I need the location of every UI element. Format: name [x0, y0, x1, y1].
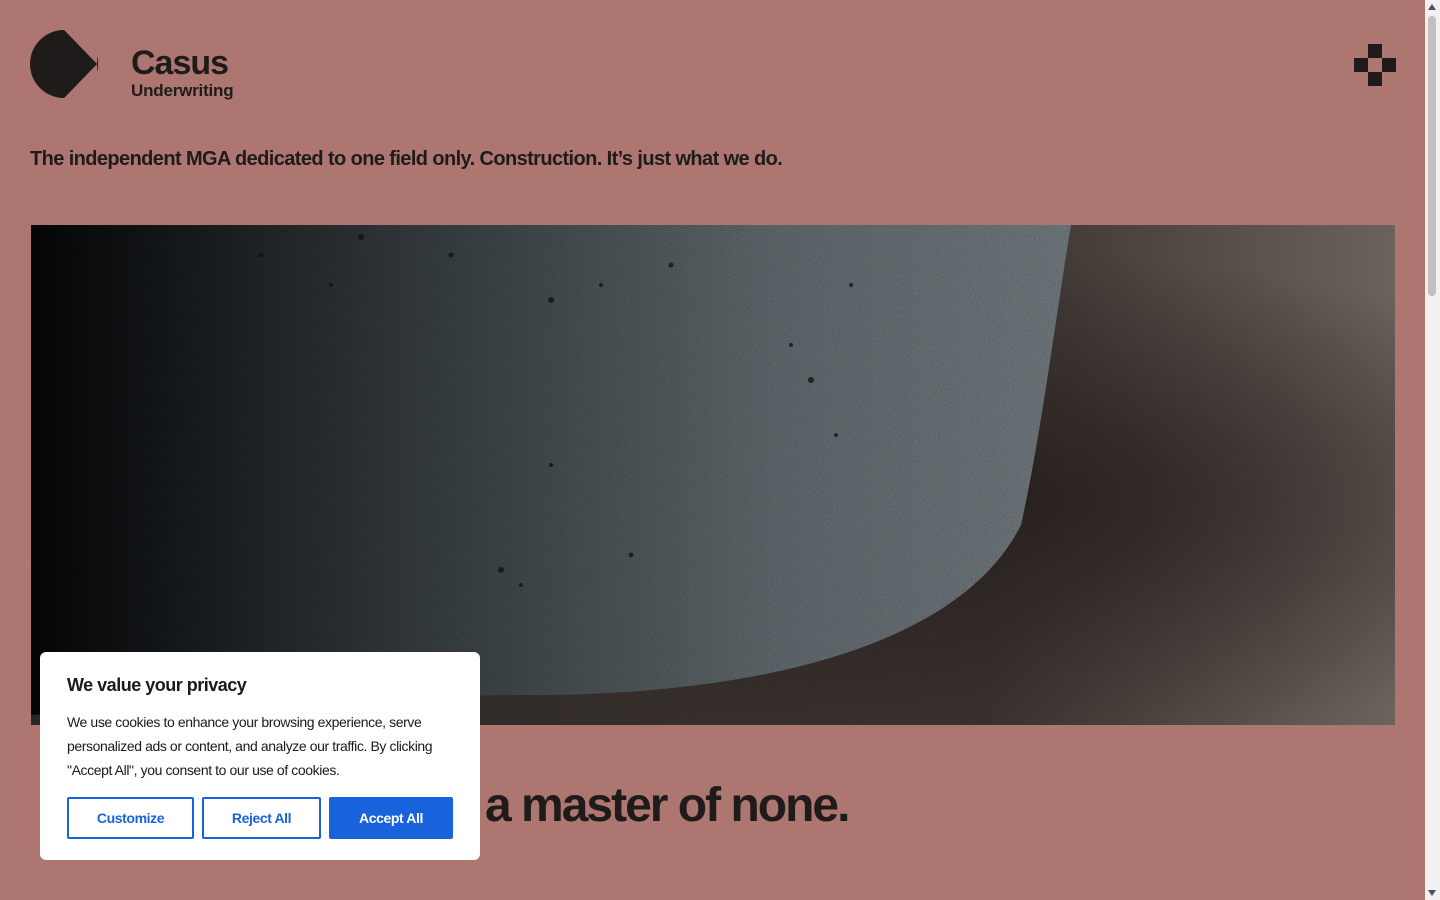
cookie-title: We value your privacy	[67, 675, 247, 695]
cookie-description: We use cookies to enhance your browsing …	[67, 714, 433, 778]
casus-logo-icon	[30, 30, 98, 98]
cookie-consent-dialog: We value your privacy We use cookies to …	[40, 652, 480, 860]
scroll-up-arrow-icon[interactable]	[1428, 4, 1436, 10]
scroll-down-arrow-icon[interactable]	[1428, 890, 1436, 896]
customize-button[interactable]: Customize	[67, 797, 194, 839]
page-scrollbar[interactable]	[1425, 0, 1440, 900]
cookie-buttons: Customize Reject All Accept All	[67, 797, 453, 839]
brand-subtitle: Underwriting	[131, 81, 234, 100]
brand-name: Casus	[131, 44, 229, 82]
hero-image	[31, 225, 1395, 725]
accept-all-button[interactable]: Accept All	[329, 797, 453, 839]
casus-logo-link[interactable]: Casus Underwriting	[30, 30, 234, 100]
plus-cross-icon	[1354, 44, 1396, 86]
tagline: The independent MGA dedicated to one fie…	[30, 148, 783, 170]
reject-all-button[interactable]: Reject All	[202, 797, 321, 839]
scroll-thumb[interactable]	[1428, 16, 1436, 296]
menu-button[interactable]	[1354, 44, 1396, 86]
headline-text: a master of none.	[485, 779, 850, 832]
